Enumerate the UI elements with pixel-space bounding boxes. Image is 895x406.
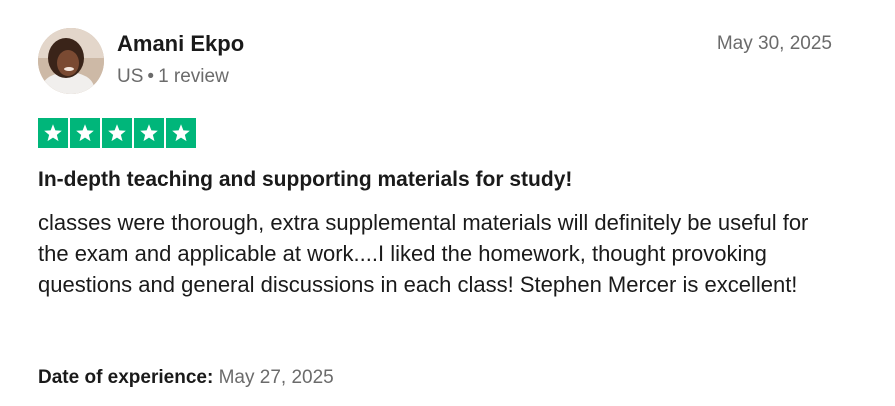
meta-separator: •: [147, 66, 155, 87]
profile-photo-icon: [38, 28, 104, 94]
experience-label: Date of experience:: [38, 367, 214, 388]
reviewer-meta: US • 1 review: [117, 66, 229, 88]
review-title[interactable]: In-depth teaching and supporting materia…: [38, 168, 572, 192]
reviewer-review-count: 1 review: [158, 66, 229, 87]
review-date: May 30, 2025: [716, 33, 832, 54]
reviewer-avatar[interactable]: [38, 28, 104, 94]
star-rating: [38, 118, 196, 148]
date-of-experience: Date of experience: May 27, 2025: [38, 367, 334, 389]
experience-date: May 27, 2025: [218, 367, 334, 388]
review-card: Amani Ekpo US • 1 review May 30, 2025 In-d…: [0, 0, 895, 406]
star-icon: [70, 118, 100, 148]
star-icon: [166, 118, 196, 148]
star-icon: [134, 118, 164, 148]
reviewer-country: US: [117, 66, 144, 87]
star-icon: [102, 118, 132, 148]
reviewer-name[interactable]: Amani Ekpo: [117, 31, 244, 57]
review-body: classes were thorough, extra supplementa…: [38, 210, 809, 297]
star-icon: [38, 118, 68, 148]
